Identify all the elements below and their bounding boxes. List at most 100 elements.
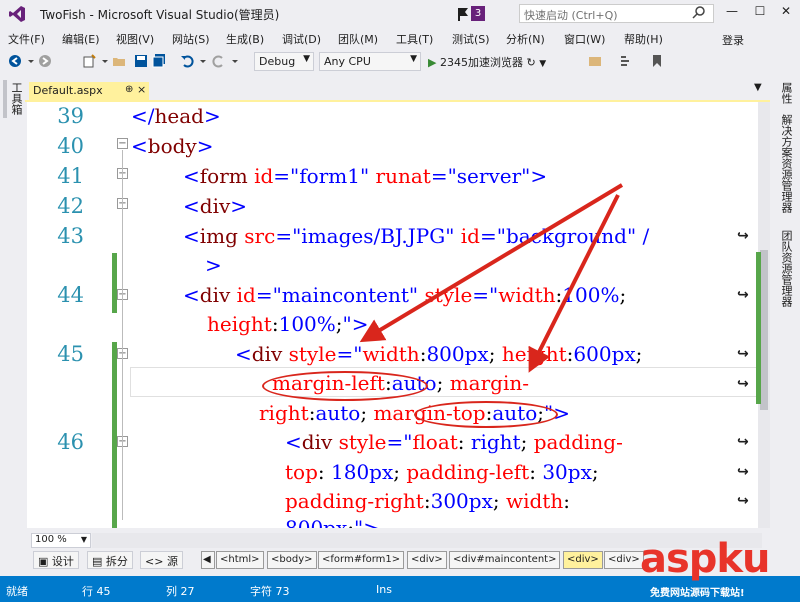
source-icon: <> — [145, 555, 164, 568]
breadcrumb-item[interactable]: <form#form1> — [318, 551, 405, 569]
toolbox-tab-indicator — [3, 80, 7, 118]
solution-configuration-select[interactable]: Debug ▼ — [254, 52, 314, 71]
design-view-label: 设计 — [51, 555, 74, 568]
menu-view[interactable]: 视图(V) — [116, 31, 154, 47]
code-line-45: <div style="width:800px; height:600px; — [235, 342, 643, 366]
outline-guide — [122, 150, 123, 520]
collapse-icon[interactable]: − — [117, 138, 128, 149]
word-wrap-icon: ↪ — [737, 493, 749, 509]
close-tab-icon[interactable]: × — [137, 83, 146, 96]
zoom-select[interactable]: 100 % ▼ — [31, 533, 91, 548]
word-wrap-icon: ↪ — [737, 464, 749, 480]
zoom-value: 100 % — [35, 534, 67, 545]
status-ready: 就绪 — [6, 585, 28, 598]
annotation-ellipse-margin-left — [262, 371, 428, 401]
save-all-icon[interactable] — [152, 54, 166, 68]
solution-configuration-value: Debug — [259, 55, 296, 68]
menu-test[interactable]: 测试(S) — [452, 31, 490, 47]
start-debugging-button[interactable]: ▶ 2345加速浏览器 ↻ ▼ — [428, 54, 546, 70]
chevron-down-icon[interactable] — [98, 54, 112, 68]
new-project-icon[interactable] — [82, 54, 96, 68]
menu-window[interactable]: 窗口(W) — [564, 31, 605, 47]
menu-debug[interactable]: 调试(D) — [282, 31, 321, 47]
menu-file[interactable]: 文件(F) — [8, 31, 45, 47]
menu-help[interactable]: 帮助(H) — [624, 31, 663, 47]
tab-default-aspx[interactable]: Default.aspx ⊕ × — [29, 82, 149, 101]
solution-explorer-tab[interactable]: 解决方案资源管理器 — [778, 114, 794, 213]
code-line-46: <div style="float: right; padding- — [285, 430, 623, 454]
split-view-button[interactable]: ▤ 拆分 — [87, 551, 133, 569]
source-view-label: 源 — [166, 555, 178, 568]
open-folder-icon[interactable] — [112, 54, 126, 68]
status-line: 行 45 — [82, 585, 111, 598]
design-view-button[interactable]: ▣ 设计 — [33, 551, 79, 569]
pin-icon[interactable]: ⊕ — [125, 84, 133, 95]
code-line-46-wrap2: padding-right:300px; width: — [285, 489, 570, 513]
maximize-icon[interactable]: ☐ — [750, 4, 770, 22]
window-title: TwoFish - Microsoft Visual Studio(管理员) — [40, 8, 280, 22]
chevron-down-icon[interactable] — [24, 54, 38, 68]
notification-badge[interactable]: 3 — [471, 6, 485, 21]
properties-tab[interactable]: 属性 — [778, 82, 794, 104]
menu-team[interactable]: 团队(M) — [338, 31, 378, 47]
comment-icon[interactable] — [620, 54, 634, 68]
bookmark-icon[interactable] — [650, 54, 664, 68]
menu-analyze[interactable]: 分析(N) — [506, 31, 545, 47]
status-character: 字符 73 — [250, 585, 290, 598]
chevron-down-icon[interactable]: ▼ — [754, 82, 762, 93]
forward-icon[interactable] — [38, 54, 52, 68]
refresh-icon[interactable]: ↻ — [526, 56, 535, 69]
line-number: 41 — [57, 164, 84, 188]
code-line-39: </head> — [131, 104, 221, 128]
breadcrumb-scroll-left-icon[interactable]: ◀ — [201, 551, 215, 569]
line-number: 45 — [57, 342, 84, 366]
title-bar: TwoFish - Microsoft Visual Studio(管理员) 3… — [0, 0, 800, 28]
breadcrumb-item[interactable]: <div> — [407, 551, 447, 569]
menu-tools[interactable]: 工具(T) — [396, 31, 433, 47]
source-view-button[interactable]: <> 源 — [140, 551, 183, 569]
back-icon[interactable] — [8, 54, 22, 68]
code-line-42: <div> — [183, 194, 248, 218]
line-number: 40 — [57, 134, 84, 158]
solution-platform-select[interactable]: Any CPU ▼ — [319, 52, 421, 71]
watermark-logo: aspku — [640, 536, 771, 582]
change-indicator — [112, 253, 117, 313]
code-line-41: <form id="form1" runat="server"> — [183, 164, 548, 188]
breadcrumb-item[interactable]: <body> — [267, 551, 317, 569]
quick-launch-input[interactable]: 快速启动 (Ctrl+Q) — [519, 4, 714, 23]
watermark-tagline: 免费网站源码下载站! — [650, 588, 745, 599]
undo-icon[interactable] — [180, 54, 194, 68]
menu-build[interactable]: 生成(B) — [226, 31, 264, 47]
menu-website[interactable]: 网站(S) — [172, 31, 210, 47]
left-tool-window-strip — [0, 76, 25, 576]
toolbox-tab[interactable]: 工具箱 — [8, 82, 24, 115]
line-number: 46 — [57, 430, 84, 454]
code-line-40: <body> — [131, 134, 214, 158]
menu-edit[interactable]: 编辑(E) — [62, 31, 100, 47]
breadcrumb-item[interactable]: <div#maincontent> — [449, 551, 561, 569]
word-wrap-icon: ↪ — [737, 228, 749, 244]
feedback-flag-icon[interactable] — [457, 7, 469, 21]
run-target-label: 2345加速浏览器 — [439, 56, 523, 69]
chevron-down-icon: ▼ — [80, 535, 87, 544]
browser-link-icon[interactable] — [588, 54, 602, 68]
breadcrumb-item[interactable]: <div> — [604, 551, 644, 569]
chevron-down-icon: ▼ — [410, 54, 417, 64]
search-icon[interactable] — [687, 4, 709, 22]
redo-icon[interactable] — [212, 54, 226, 68]
save-icon[interactable] — [134, 54, 148, 68]
chevron-down-icon[interactable] — [228, 54, 242, 68]
breadcrumb-item-active[interactable]: <div> — [563, 551, 603, 569]
minimize-icon[interactable]: — — [722, 4, 742, 22]
scrollbar-thumb[interactable] — [760, 250, 768, 410]
team-explorer-tab[interactable]: 团队资源管理器 — [778, 230, 794, 307]
line-number: 43 — [57, 224, 84, 248]
chevron-down-icon[interactable] — [196, 54, 210, 68]
chevron-down-icon[interactable]: ▼ — [539, 59, 546, 69]
word-wrap-icon: ↪ — [737, 376, 749, 392]
close-icon[interactable]: ✕ — [776, 4, 796, 22]
split-icon: ▤ — [92, 555, 103, 568]
login-link[interactable]: 登录 — [722, 32, 744, 48]
annotation-ellipse-margin-top — [414, 401, 558, 428]
breadcrumb-item[interactable]: <html> — [216, 551, 264, 569]
